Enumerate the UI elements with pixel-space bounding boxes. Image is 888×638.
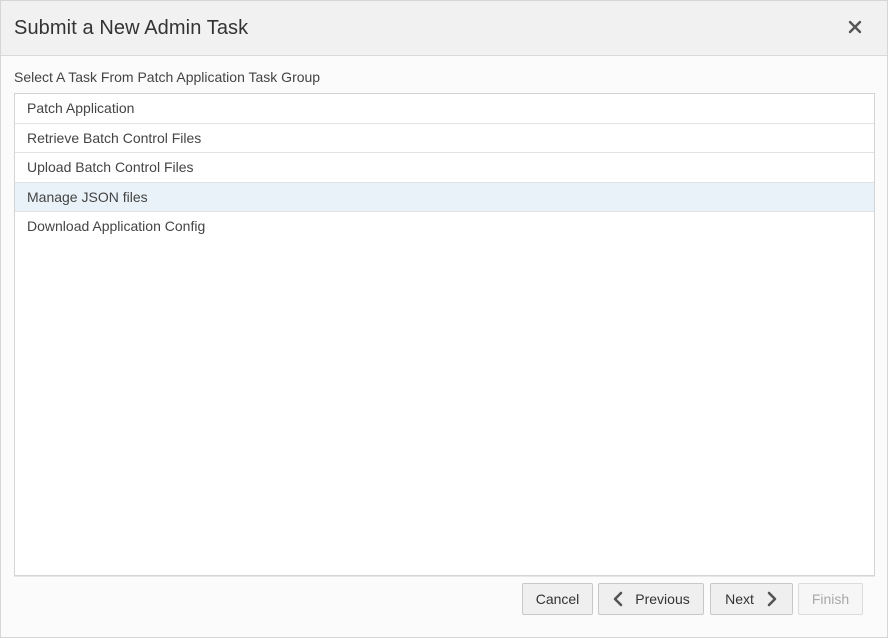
admin-task-dialog: Submit a New Admin Task Select A Task Fr… [0, 0, 888, 638]
next-button[interactable]: Next [710, 583, 793, 615]
chevron-right-icon [766, 591, 778, 607]
chevron-left-icon [612, 591, 624, 607]
previous-button-label: Previous [635, 591, 690, 607]
cancel-button[interactable]: Cancel [522, 583, 593, 615]
task-list: Patch Application Retrieve Batch Control… [14, 93, 875, 576]
dialog-header: Submit a New Admin Task [1, 1, 887, 56]
previous-button[interactable]: Previous [598, 583, 704, 615]
dialog-title: Submit a New Admin Task [14, 17, 249, 39]
task-item-manage-json-files[interactable]: Manage JSON files [15, 182, 874, 212]
finish-button[interactable]: Finish [798, 583, 863, 615]
close-icon[interactable] [845, 17, 865, 37]
task-item-upload-batch-control-files[interactable]: Upload Batch Control Files [15, 153, 874, 183]
next-button-label: Next [725, 591, 754, 607]
cancel-button-label: Cancel [535, 591, 580, 607]
task-item-download-application-config[interactable]: Download Application Config [15, 212, 874, 242]
task-item-retrieve-batch-control-files[interactable]: Retrieve Batch Control Files [15, 124, 874, 153]
task-item-patch-application[interactable]: Patch Application [15, 94, 874, 124]
task-group-label: Select A Task From Patch Application Tas… [14, 69, 321, 85]
finish-button-label: Finish [811, 591, 850, 607]
footer-divider [14, 576, 875, 577]
